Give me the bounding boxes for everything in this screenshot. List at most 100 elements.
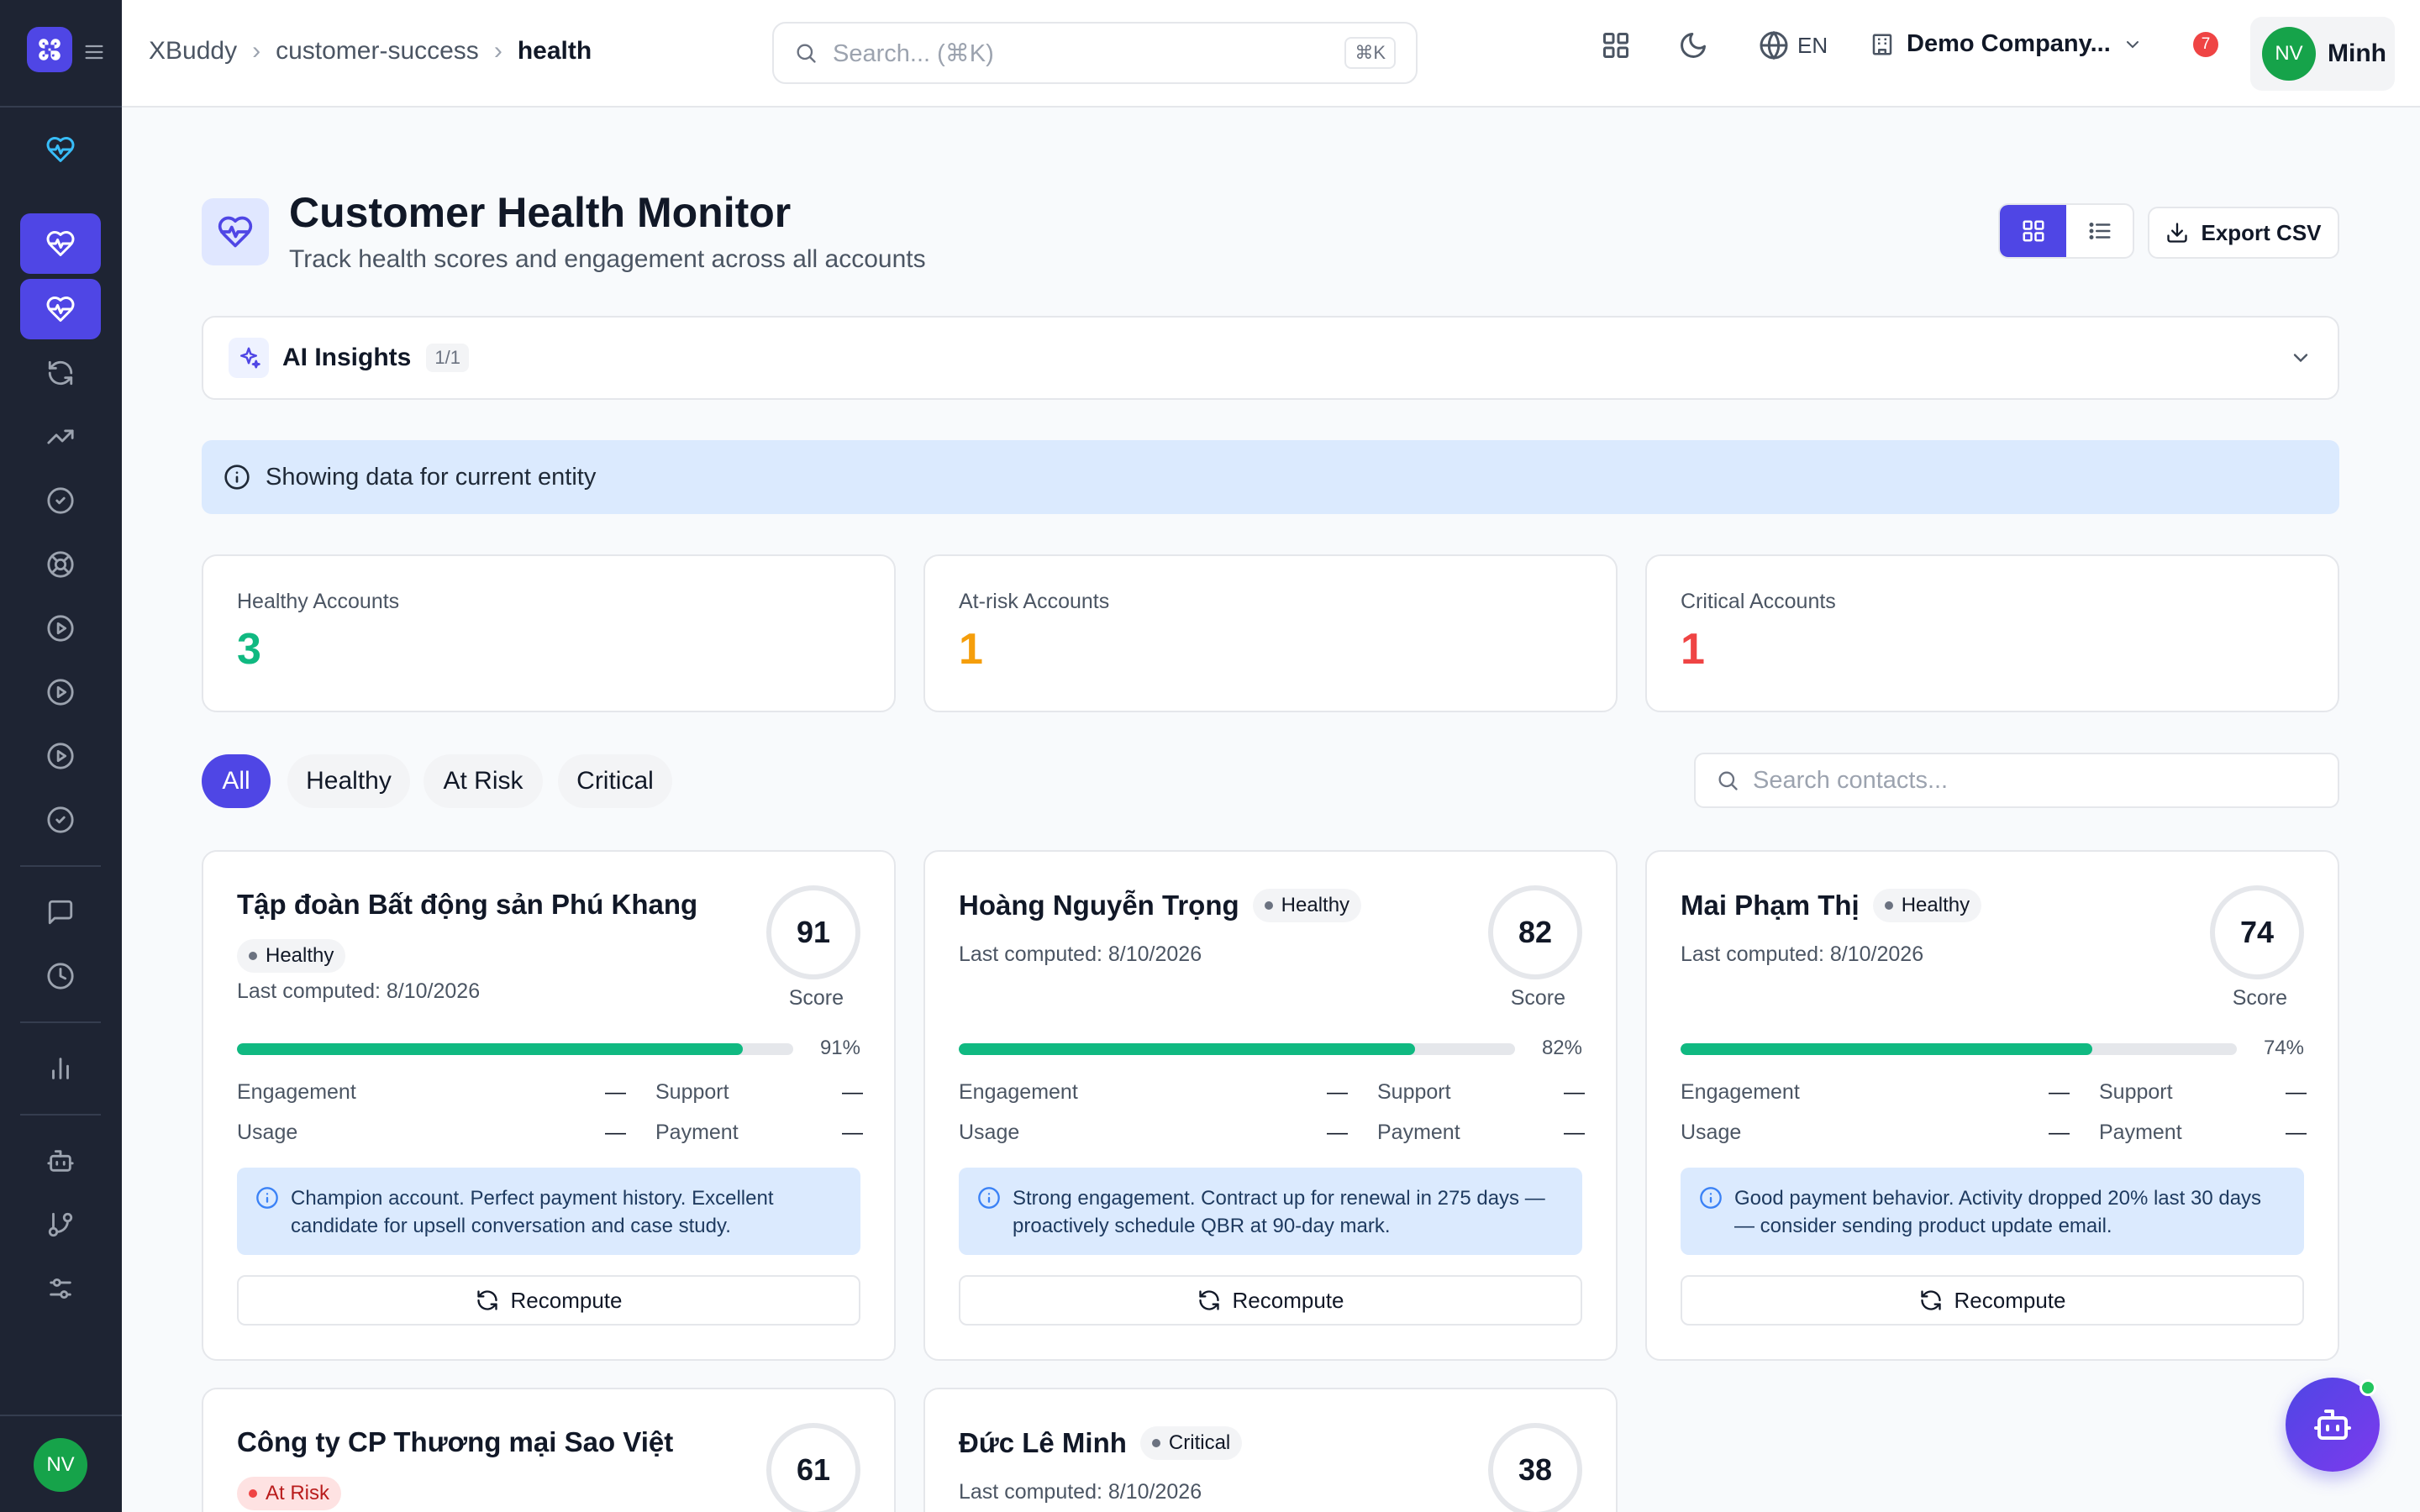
app-logo[interactable] — [27, 27, 72, 72]
search-icon — [1718, 771, 1738, 790]
sidebar-item-health-monitor[interactable] — [20, 279, 101, 339]
metric-payment-value: — — [842, 1121, 863, 1144]
list-view-button[interactable] — [2066, 205, 2133, 257]
sidebar: NV — [0, 0, 122, 1512]
info-icon — [256, 1187, 278, 1209]
export-csv-button[interactable]: Export CSV — [2148, 207, 2339, 259]
sidebar-item-trends[interactable] — [20, 407, 101, 467]
health-percent: 82% — [1541, 1037, 1582, 1059]
account-name: Công ty CP Thương mại Sao Việt — [237, 1426, 674, 1457]
grid-icon — [1603, 33, 1628, 58]
chevron-down-icon[interactable] — [2289, 346, 2312, 370]
metric-engagement-label: Engagement — [237, 1080, 356, 1104]
breadcrumb-root[interactable]: XBuddy — [149, 37, 237, 66]
play-circle-icon — [47, 615, 74, 642]
menu-icon[interactable] — [82, 40, 106, 64]
company-selector[interactable]: Demo Company... — [1870, 30, 2143, 58]
language-selector[interactable]: EN — [1759, 30, 1828, 60]
metric-engagement-value: — — [1327, 1080, 1348, 1104]
sidebar-item-tasks[interactable] — [20, 470, 101, 531]
health-progress-bar — [959, 1043, 1515, 1055]
stat-value: 1 — [1681, 625, 1705, 674]
bot-icon — [47, 1150, 74, 1172]
sidebar-item-bot[interactable] — [20, 1131, 101, 1191]
apps-button[interactable] — [1601, 30, 1631, 60]
check-circle-icon — [47, 806, 74, 833]
git-branch-icon — [48, 1212, 73, 1237]
filter-all[interactable]: All — [202, 754, 271, 808]
sidebar-item-approvals[interactable] — [20, 790, 101, 850]
breadcrumb: XBuddy › customer-success › health — [149, 37, 592, 66]
user-menu[interactable]: NV Minh — [2250, 17, 2395, 91]
stat-critical: Critical Accounts 1 — [1645, 554, 2339, 712]
heart-pulse-icon — [46, 297, 75, 322]
bot-icon — [2314, 1410, 2351, 1440]
chevron-right-icon: › — [252, 37, 261, 65]
user-name: Minh — [2328, 39, 2386, 67]
chevron-down-icon — [2126, 40, 2139, 48]
filter-healthy[interactable]: Healthy — [287, 754, 410, 808]
account-card[interactable]: Tập đoàn Bất động sản Phú Khang Healthy … — [202, 850, 896, 1361]
notification-badge: 7 — [2193, 32, 2218, 57]
filter-critical[interactable]: Critical — [558, 754, 672, 808]
sidebar-avatar[interactable]: NV — [34, 1438, 87, 1492]
status-badge: Healthy — [1252, 889, 1362, 922]
score-ring: 91 — [766, 885, 860, 979]
theme-toggle[interactable] — [1678, 30, 1708, 60]
sidebar-item-playbook-1[interactable] — [20, 598, 101, 659]
recompute-label: Recompute — [1954, 1287, 2066, 1313]
account-card[interactable]: Đức Lê Minh Critical Last computed: 8/10… — [923, 1388, 1618, 1512]
sidebar-item-playbook-3[interactable] — [20, 726, 101, 786]
sidebar-item-health-home[interactable] — [20, 119, 101, 180]
page-icon — [202, 198, 269, 265]
account-card[interactable]: Hoàng Nguyễn Trọng Healthy Last computed… — [923, 850, 1618, 1361]
recompute-button[interactable]: Recompute — [1681, 1275, 2304, 1326]
heart-pulse-icon — [46, 137, 75, 162]
metric-payment-label: Payment — [1377, 1121, 1460, 1144]
grid-view-button[interactable] — [2000, 205, 2066, 257]
metric-payment-value: — — [2286, 1121, 2307, 1144]
sidebar-item-health[interactable] — [20, 213, 101, 274]
language-label: EN — [1797, 32, 1828, 58]
filter-at-risk[interactable]: At Risk — [424, 754, 543, 808]
score-ring: 38 — [1488, 1423, 1582, 1512]
insight-note: Champion account. Perfect payment histor… — [237, 1168, 860, 1255]
lifebuoy-icon — [47, 551, 74, 578]
last-computed: Last computed: 8/10/2026 — [959, 1480, 1202, 1504]
breadcrumb-section[interactable]: customer-success — [276, 37, 479, 66]
health-percent: 91% — [819, 1037, 860, 1059]
ai-insights-panel[interactable]: AI Insights 1/1 — [202, 316, 2339, 400]
global-search[interactable]: Search... (⌘K) ⌘K — [772, 22, 1418, 84]
metric-support-label: Support — [2099, 1080, 2173, 1104]
check-circle-icon — [47, 487, 74, 514]
recompute-button[interactable]: Recompute — [237, 1275, 860, 1326]
metric-payment-label: Payment — [2099, 1121, 2182, 1144]
recompute-button[interactable]: Recompute — [959, 1275, 1582, 1326]
sliders-icon — [50, 1278, 71, 1299]
refresh-icon — [48, 360, 73, 386]
insight-text: Strong engagement. Contract up for renew… — [1013, 1187, 1545, 1237]
sidebar-item-analytics[interactable] — [20, 1038, 101, 1099]
view-toggle — [1998, 203, 2134, 259]
sidebar-item-workflows[interactable] — [20, 1194, 101, 1255]
sidebar-item-history[interactable] — [20, 946, 101, 1006]
info-icon — [978, 1187, 1000, 1209]
avatar: NV — [2262, 27, 2316, 81]
insight-note: Good payment behavior. Activity dropped … — [1681, 1168, 2304, 1255]
score-label: Score — [2232, 986, 2287, 1010]
sidebar-divider — [20, 1114, 101, 1116]
sidebar-divider — [20, 1021, 101, 1023]
sidebar-item-renewals[interactable] — [20, 343, 101, 403]
sidebar-item-messages[interactable] — [20, 882, 101, 942]
sidebar-item-support[interactable] — [20, 534, 101, 595]
status-badge: At Risk — [237, 1477, 342, 1510]
status-label: Healthy — [1901, 894, 1970, 916]
sidebar-item-playbook-2[interactable] — [20, 662, 101, 722]
status-label: Healthy — [266, 944, 334, 967]
list-icon — [2089, 223, 2110, 239]
contact-search-input[interactable]: Search contacts... — [1694, 753, 2339, 808]
sidebar-item-settings[interactable] — [20, 1258, 101, 1319]
score-label: Score — [788, 986, 844, 1010]
account-card[interactable]: Mai Phạm Thị Healthy Last computed: 8/10… — [1645, 850, 2339, 1361]
account-card[interactable]: Công ty CP Thương mại Sao Việt At Risk 6… — [202, 1388, 896, 1512]
